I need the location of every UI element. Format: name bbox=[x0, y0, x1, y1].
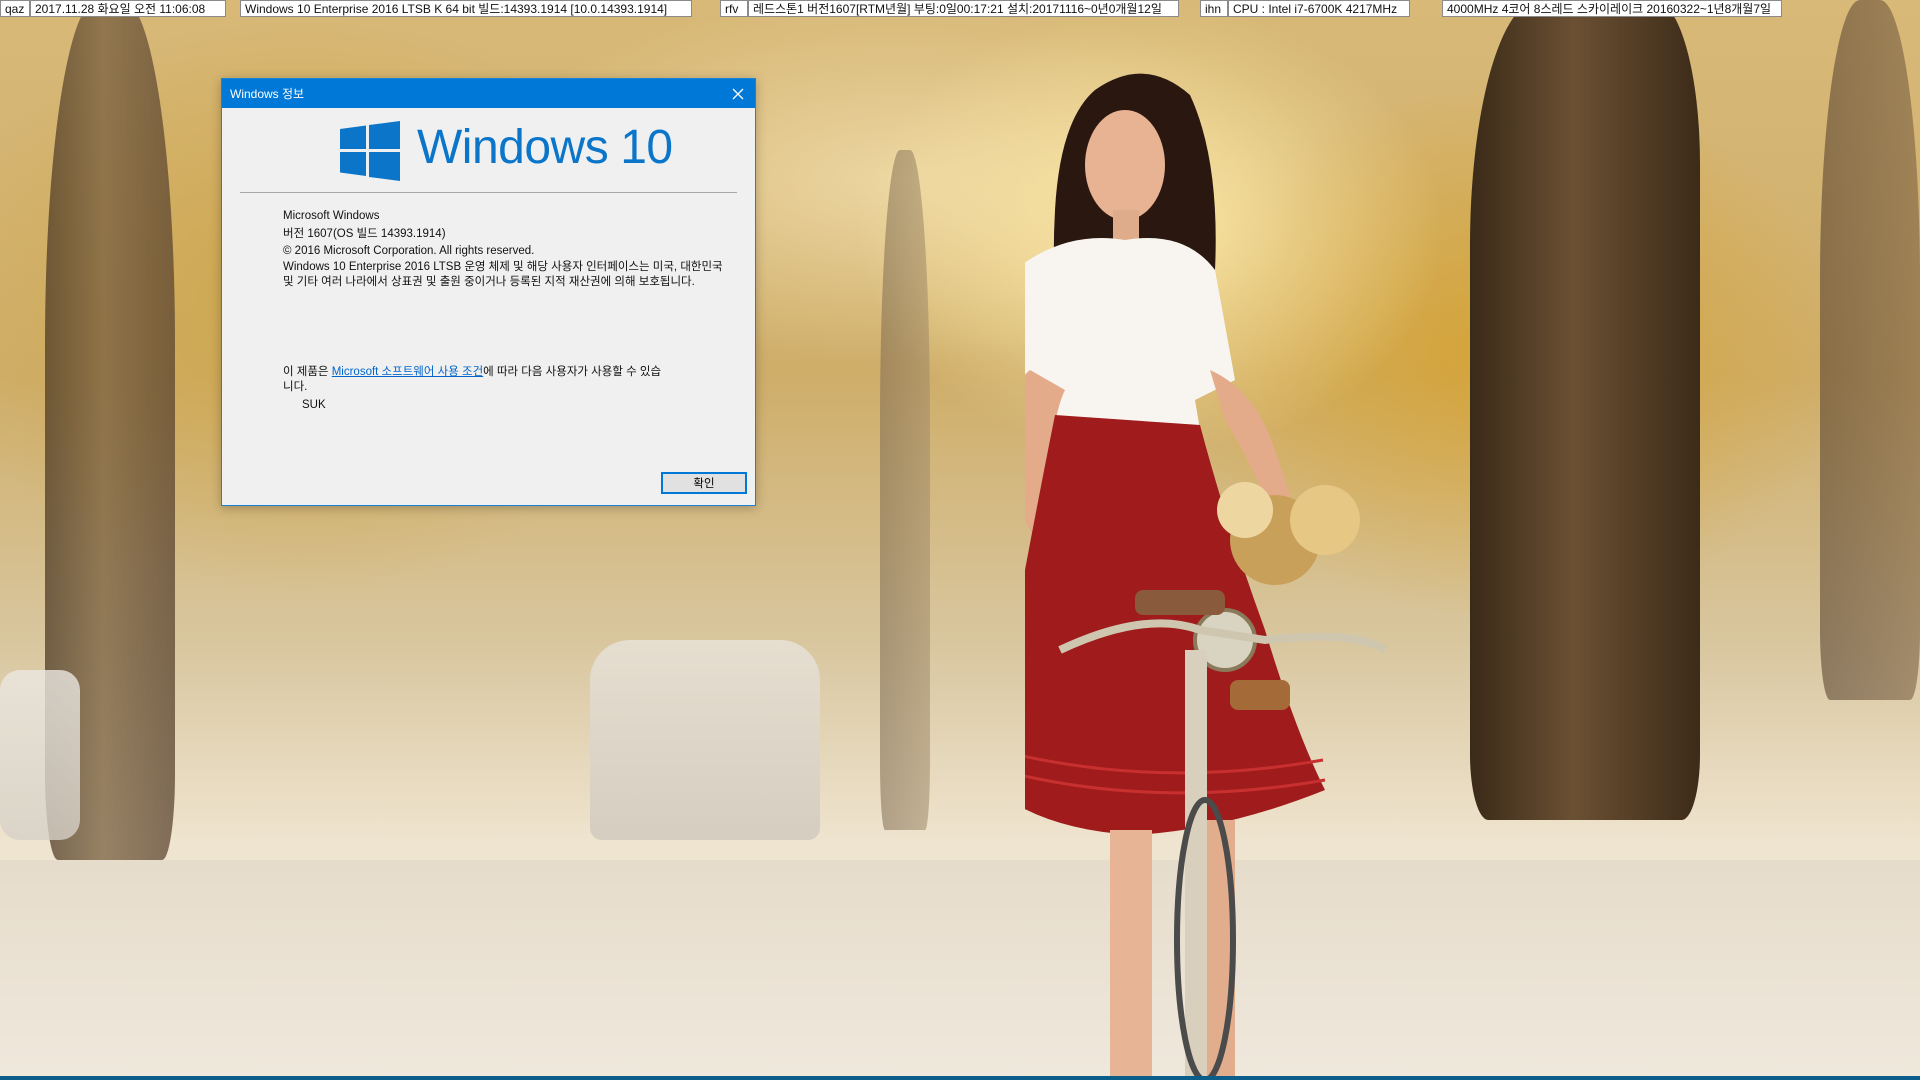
info-version-uptime: 레드스톤1 버전1607[RTM년월] 부팅:0일00:17:21 설치:201… bbox=[748, 0, 1179, 17]
license-terms-link[interactable]: Microsoft 소프트웨어 사용 조건 bbox=[332, 366, 483, 378]
taskbar-edge bbox=[0, 1076, 1920, 1080]
product-name: Microsoft Windows bbox=[283, 210, 380, 222]
woman-with-bicycle bbox=[1025, 73, 1388, 1080]
logo-word: Windows bbox=[417, 121, 609, 174]
info-label-ihn: ihn bbox=[1200, 0, 1228, 17]
background-car bbox=[590, 640, 820, 840]
logo-number: 10 bbox=[620, 121, 673, 174]
lamp-post bbox=[880, 150, 930, 830]
ok-button[interactable]: 확인 bbox=[661, 472, 747, 494]
dialog-titlebar[interactable]: Windows 정보 bbox=[222, 79, 755, 108]
windows-10-wordmark: Windows 10 bbox=[417, 120, 673, 175]
close-icon bbox=[732, 88, 744, 99]
divider bbox=[240, 192, 737, 193]
info-label-rfv: rfv bbox=[720, 0, 748, 17]
road bbox=[0, 860, 1920, 1080]
windows-logo-icon bbox=[340, 121, 400, 181]
about-windows-dialog: Windows 정보 Windows 10 Microsoft Windows 버… bbox=[221, 78, 756, 506]
copyright-text: © 2016 Microsoft Corporation. All rights… bbox=[283, 245, 535, 257]
dialog-title: Windows 정보 bbox=[230, 87, 305, 101]
info-os-build: Windows 10 Enterprise 2016 LTSB K 64 bit… bbox=[240, 0, 692, 17]
tree-trunk-far-right bbox=[1820, 0, 1920, 700]
trademark-text: Windows 10 Enterprise 2016 LTSB 운영 체제 및 … bbox=[283, 261, 723, 288]
info-cpu: CPU : Intel i7-6700K 4217MHz bbox=[1228, 0, 1410, 17]
info-datetime: 2017.11.28 화요일 오전 11:06:08 bbox=[30, 0, 226, 17]
license-prefix: 이 제품은 bbox=[283, 366, 332, 378]
info-label-qaz: qaz bbox=[0, 0, 30, 17]
licensed-user: SUK bbox=[302, 399, 326, 411]
version-text: 버전 1607(OS 빌드 14393.1914) bbox=[283, 228, 446, 240]
system-info-bar: qaz 2017.11.28 화요일 오전 11:06:08 Windows 1… bbox=[0, 0, 1920, 18]
info-cpu-details: 4000MHz 4코어 8스레드 스카이레이크 20160322~1년8개월7일 bbox=[1442, 0, 1782, 17]
close-button[interactable] bbox=[721, 79, 755, 108]
background-car-left bbox=[0, 670, 80, 840]
windows-branding: Windows 10 bbox=[222, 108, 755, 190]
license-text: 이 제품은 Microsoft 소프트웨어 사용 조건에 따라 다음 사용자가 … bbox=[283, 365, 663, 395]
